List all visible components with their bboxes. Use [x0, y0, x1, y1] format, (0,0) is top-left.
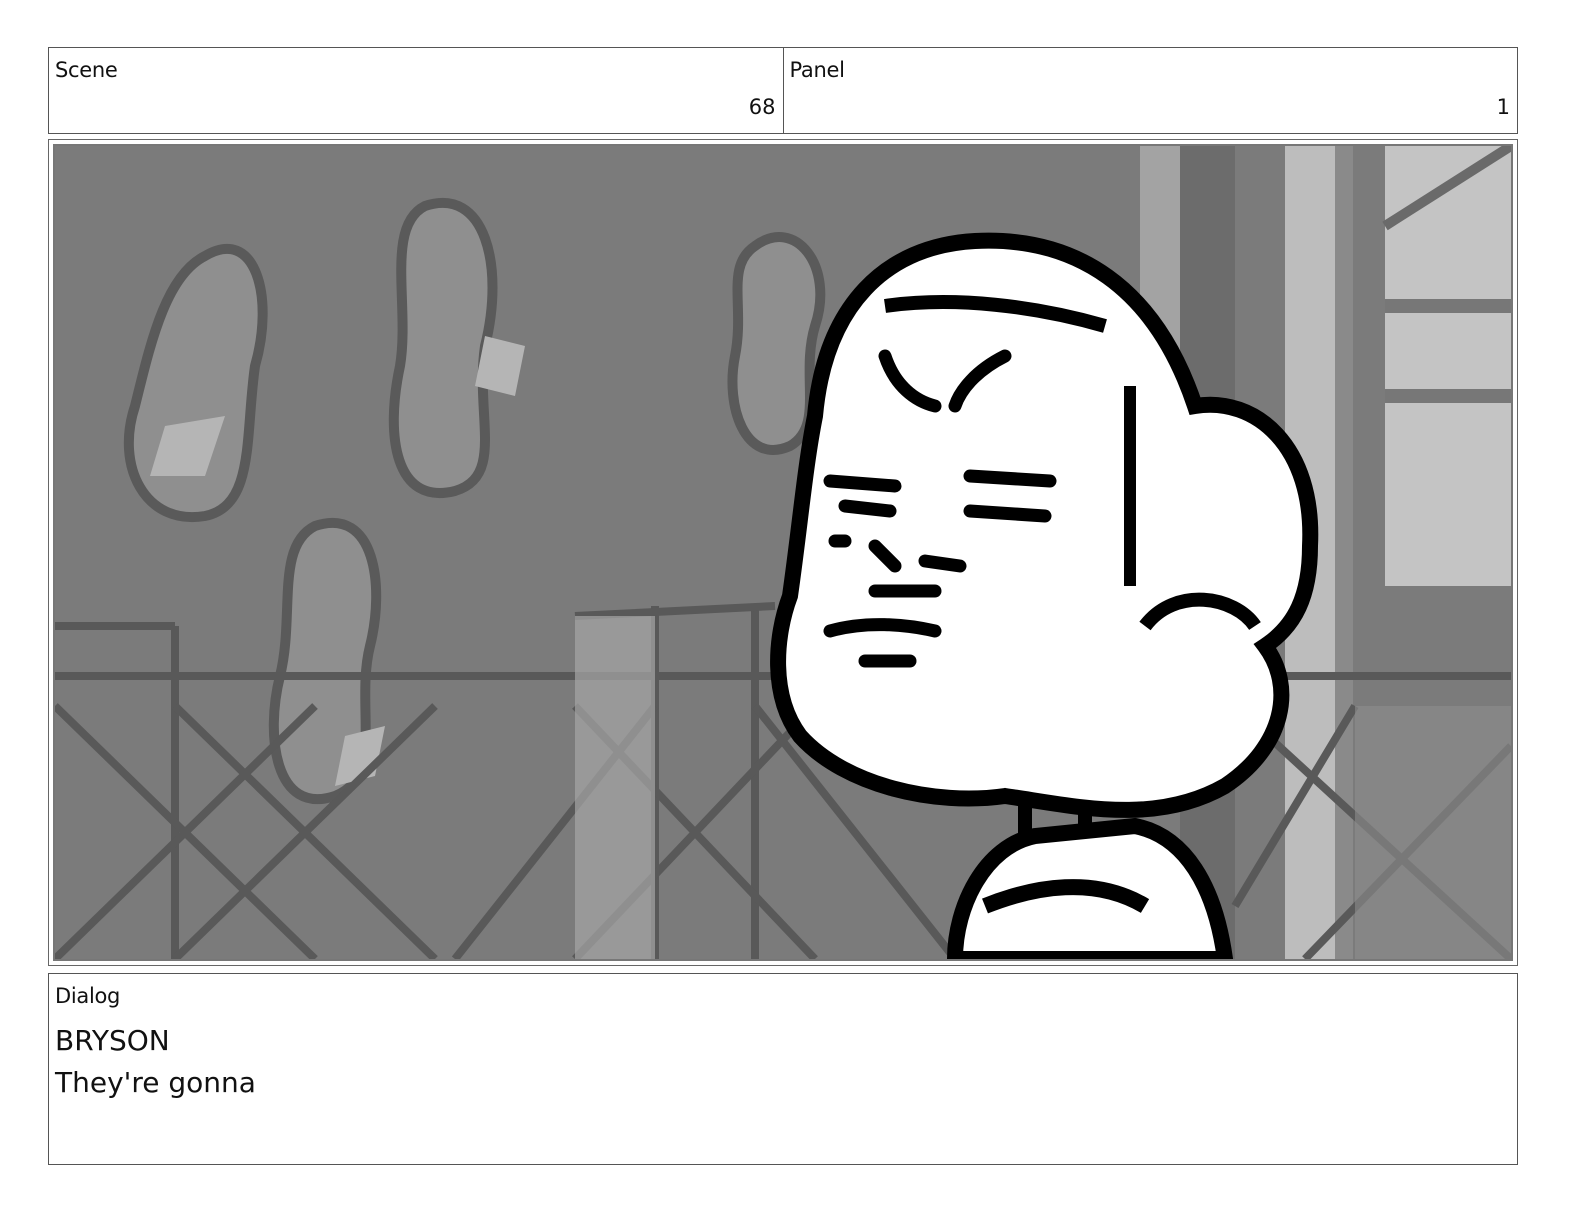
left-eye-top [823, 474, 902, 493]
panel-image [53, 144, 1513, 961]
scene-cell: Scene 68 [49, 48, 783, 133]
storyboard-header: Scene 68 Panel 1 [48, 47, 1518, 134]
panel-label: Panel [789, 58, 845, 82]
mouth [823, 618, 942, 638]
panel-number: 1 [1496, 95, 1510, 119]
scene-number: 68 [748, 95, 776, 119]
dialog-line: They're gonna [55, 1066, 256, 1099]
dialog-speaker: BRYSON [55, 1024, 170, 1057]
right-eye-top [963, 469, 1057, 488]
panel-frame [48, 139, 1518, 966]
storyboard-sketch [55, 146, 1511, 959]
wall-strip [1335, 146, 1353, 959]
dialog-label: Dialog [55, 984, 121, 1008]
dialog-box: Dialog BRYSON They're gonna [48, 973, 1518, 1165]
railing-panel [1355, 706, 1511, 959]
scene-label: Scene [55, 58, 118, 82]
railing-panel [575, 616, 655, 959]
panel-cell: Panel 1 [782, 48, 1518, 133]
